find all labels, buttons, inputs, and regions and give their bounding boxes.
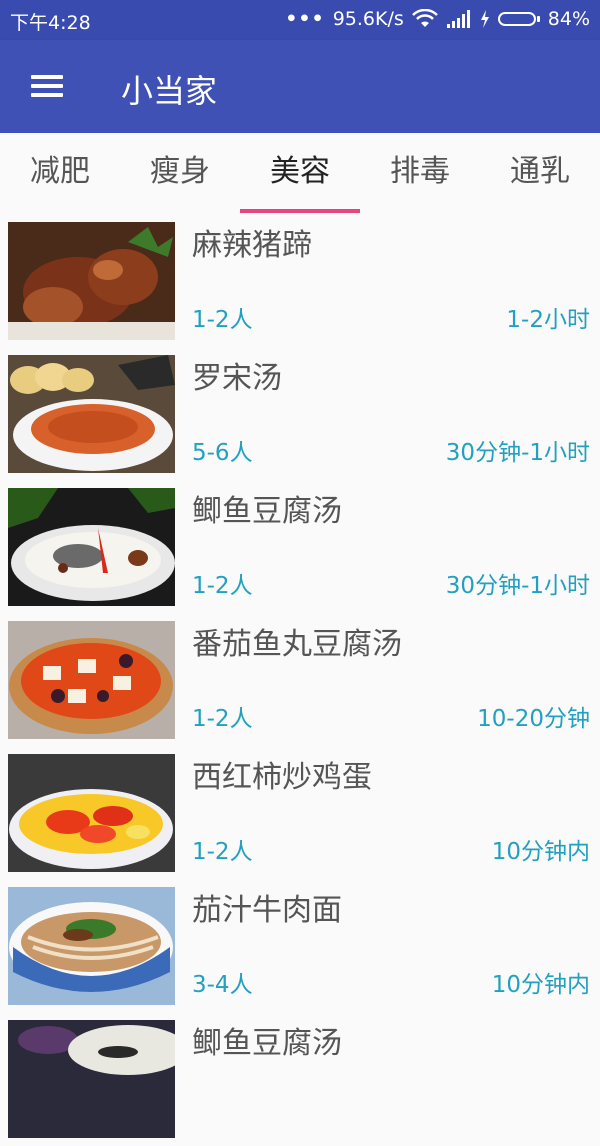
recipe-servings: 1-2人: [192, 573, 253, 599]
recipe-image: [8, 621, 175, 739]
recipe-servings: 1-2人: [192, 307, 253, 333]
recipe-image: [8, 488, 175, 606]
battery-percent: 84%: [547, 8, 590, 30]
recipe-item[interactable]: 麻辣猪蹄 1-2人 1-2小时: [0, 215, 600, 348]
recipe-image: [8, 1020, 175, 1138]
recipe-name: 麻辣猪蹄: [192, 228, 312, 263]
recipe-item[interactable]: 鲫鱼豆腐汤 1-2人 30分钟-1小时: [0, 481, 600, 614]
app-bar: 小当家: [0, 40, 600, 133]
recipe-duration: 1-2小时: [506, 307, 590, 333]
status-icons: ••• 95.6K/s 84%: [285, 8, 590, 30]
recipe-name: 鲫鱼豆腐汤: [192, 1026, 342, 1061]
recipe-item[interactable]: 鲫鱼豆腐汤: [0, 1013, 600, 1146]
recipe-duration: 30分钟-1小时: [445, 573, 590, 599]
recipe-servings: 3-4人: [192, 972, 253, 998]
notification-dots: •••: [285, 8, 325, 30]
status-time: 下午4:28: [10, 12, 91, 34]
recipe-name: 茄汁牛肉面: [192, 893, 342, 928]
tab-shoushen[interactable]: 瘦身: [120, 133, 240, 215]
recipe-duration: 10分钟内: [491, 839, 590, 865]
recipe-name: 鲫鱼豆腐汤: [192, 494, 342, 529]
signal-icon: [446, 10, 470, 28]
recipe-name: 番茄鱼丸豆腐汤: [192, 627, 402, 662]
recipe-duration: 10-20分钟: [477, 706, 590, 732]
tab-meirong[interactable]: 美容: [240, 133, 360, 215]
recipe-servings: 5-6人: [192, 440, 253, 466]
recipe-image: [8, 887, 175, 1005]
network-speed: 95.6K/s: [332, 8, 404, 30]
recipe-image: [8, 754, 175, 872]
recipe-servings: 1-2人: [192, 706, 253, 732]
recipe-item[interactable]: 罗宋汤 5-6人 30分钟-1小时: [0, 348, 600, 481]
category-tabs: 减肥 瘦身 美容 排毒 通乳: [0, 133, 600, 215]
recipe-item[interactable]: 番茄鱼丸豆腐汤 1-2人 10-20分钟: [0, 614, 600, 747]
status-bar: 下午4:28 ••• 95.6K/s 84%: [0, 0, 600, 40]
recipe-image: [8, 355, 175, 473]
tab-paidu[interactable]: 排毒: [360, 133, 480, 215]
charging-icon: [480, 10, 489, 28]
battery-icon: [497, 12, 540, 26]
tab-jianfei[interactable]: 减肥: [0, 133, 120, 215]
recipe-item[interactable]: 茄汁牛肉面 3-4人 10分钟内: [0, 880, 600, 1013]
recipe-duration: 30分钟-1小时: [445, 440, 590, 466]
recipe-list: 麻辣猪蹄 1-2人 1-2小时 罗宋汤 5-6人 30分钟-1小时 鲫鱼豆腐汤 …: [0, 215, 600, 1146]
tab-tongru[interactable]: 通乳: [480, 133, 600, 215]
recipe-servings: 1-2人: [192, 839, 253, 865]
recipe-item[interactable]: 西红柿炒鸡蛋 1-2人 10分钟内: [0, 747, 600, 880]
recipe-duration: 10分钟内: [491, 972, 590, 998]
menu-icon[interactable]: [22, 62, 70, 110]
recipe-image: [8, 222, 175, 340]
recipe-name: 西红柿炒鸡蛋: [192, 760, 372, 795]
wifi-icon: [411, 9, 438, 27]
app-title: 小当家: [121, 72, 218, 110]
recipe-name: 罗宋汤: [192, 361, 282, 396]
